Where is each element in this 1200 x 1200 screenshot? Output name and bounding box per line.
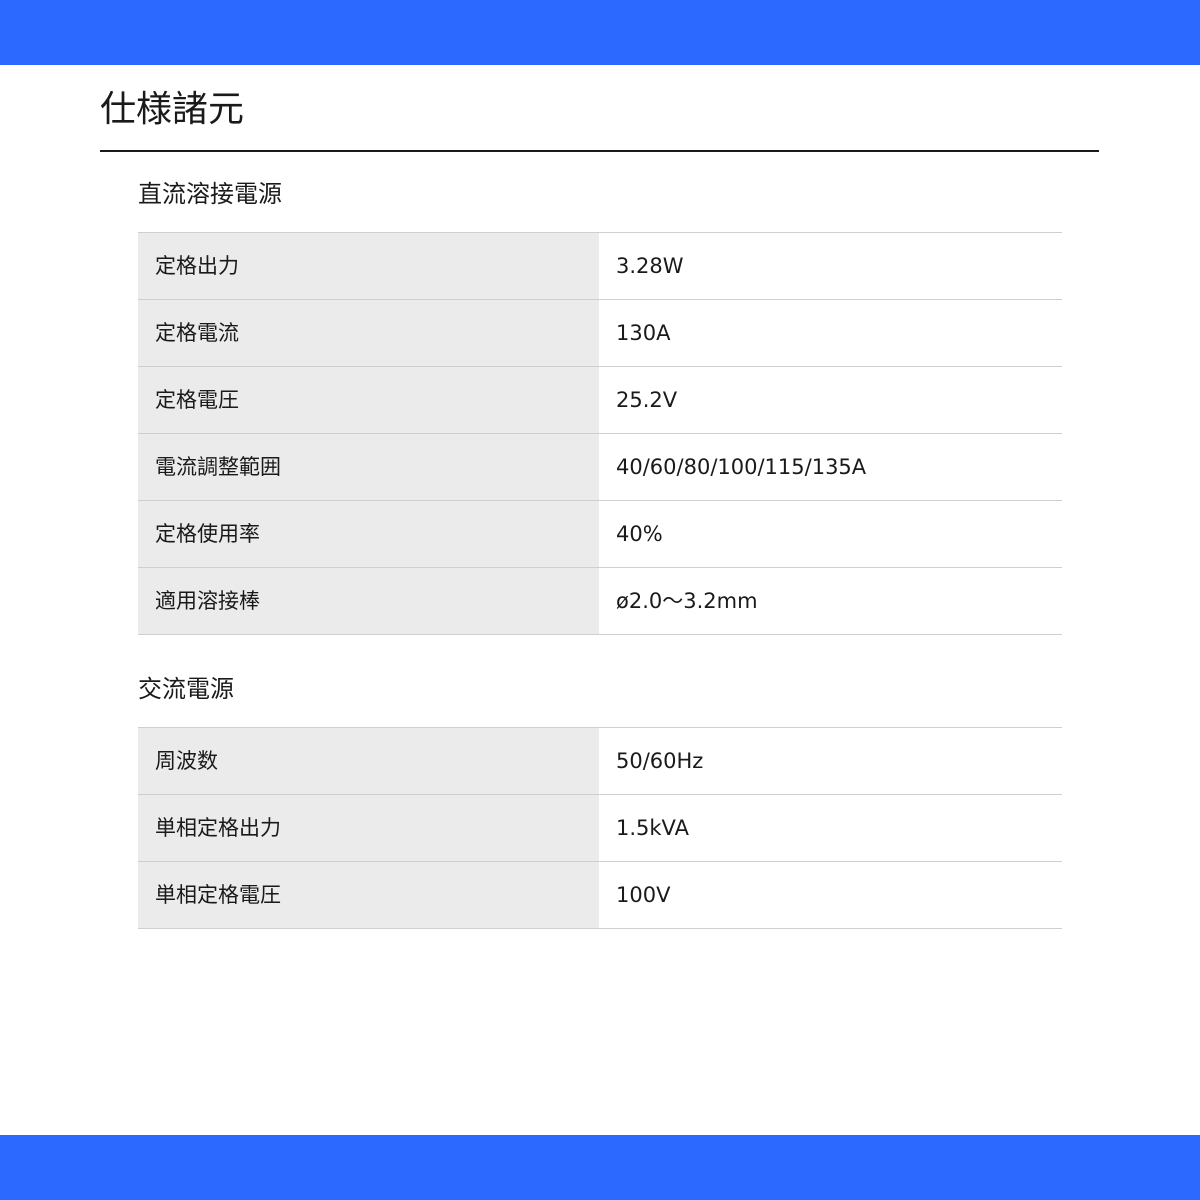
page-title: 仕様諸元 — [100, 89, 245, 130]
spec-value: 130A — [599, 299, 1062, 367]
spec-value: 40% — [599, 500, 1062, 568]
table-row: 定格電流 130A — [138, 299, 1062, 367]
spec-value: 1.5kVA — [599, 794, 1062, 862]
spec-label: 定格出力 — [138, 232, 599, 300]
table-row: 周波数 50/60Hz — [138, 727, 1062, 795]
table-row: 定格電圧 25.2V — [138, 366, 1062, 434]
spec-value: 25.2V — [599, 366, 1062, 434]
spec-label: 定格電流 — [138, 299, 599, 367]
spec-table: 周波数 50/60Hz 単相定格出力 1.5kVA 単相定格電圧 100V — [138, 727, 1062, 929]
spec-value: ø2.0～3.2mm — [599, 567, 1062, 635]
spec-label: 適用溶接棒 — [138, 567, 599, 635]
bottom-accent-band — [0, 1135, 1200, 1200]
spec-table: 定格出力 3.28W 定格電流 130A 定格電圧 25.2V 電流調整範囲 4… — [138, 232, 1062, 635]
spec-label: 電流調整範囲 — [138, 433, 599, 501]
spec-label: 単相定格出力 — [138, 794, 599, 862]
table-row: 定格使用率 40% — [138, 500, 1062, 568]
dc-welding-power-section: 直流溶接電源 定格出力 3.28W 定格電流 130A 定格電圧 25.2V 電… — [138, 174, 1062, 635]
table-row: 単相定格出力 1.5kVA — [138, 794, 1062, 862]
spec-value: 100V — [599, 861, 1062, 929]
table-row: 適用溶接棒 ø2.0～3.2mm — [138, 567, 1062, 635]
ac-power-section: 交流電源 周波数 50/60Hz 単相定格出力 1.5kVA 単相定格電圧 10… — [138, 669, 1062, 929]
spec-value: 3.28W — [599, 232, 1062, 300]
spec-label: 単相定格電圧 — [138, 861, 599, 929]
spec-label: 周波数 — [138, 727, 599, 795]
table-row: 単相定格電圧 100V — [138, 861, 1062, 929]
section-title: 交流電源 — [138, 675, 234, 703]
spec-label: 定格使用率 — [138, 500, 599, 568]
top-accent-band — [0, 0, 1200, 65]
table-row: 定格出力 3.28W — [138, 232, 1062, 300]
spec-value: 50/60Hz — [599, 727, 1062, 795]
spec-label: 定格電圧 — [138, 366, 599, 434]
section-title: 直流溶接電源 — [138, 180, 282, 208]
title-divider — [100, 150, 1099, 152]
spec-value: 40/60/80/100/115/135A — [599, 433, 1062, 501]
table-row: 電流調整範囲 40/60/80/100/115/135A — [138, 433, 1062, 501]
